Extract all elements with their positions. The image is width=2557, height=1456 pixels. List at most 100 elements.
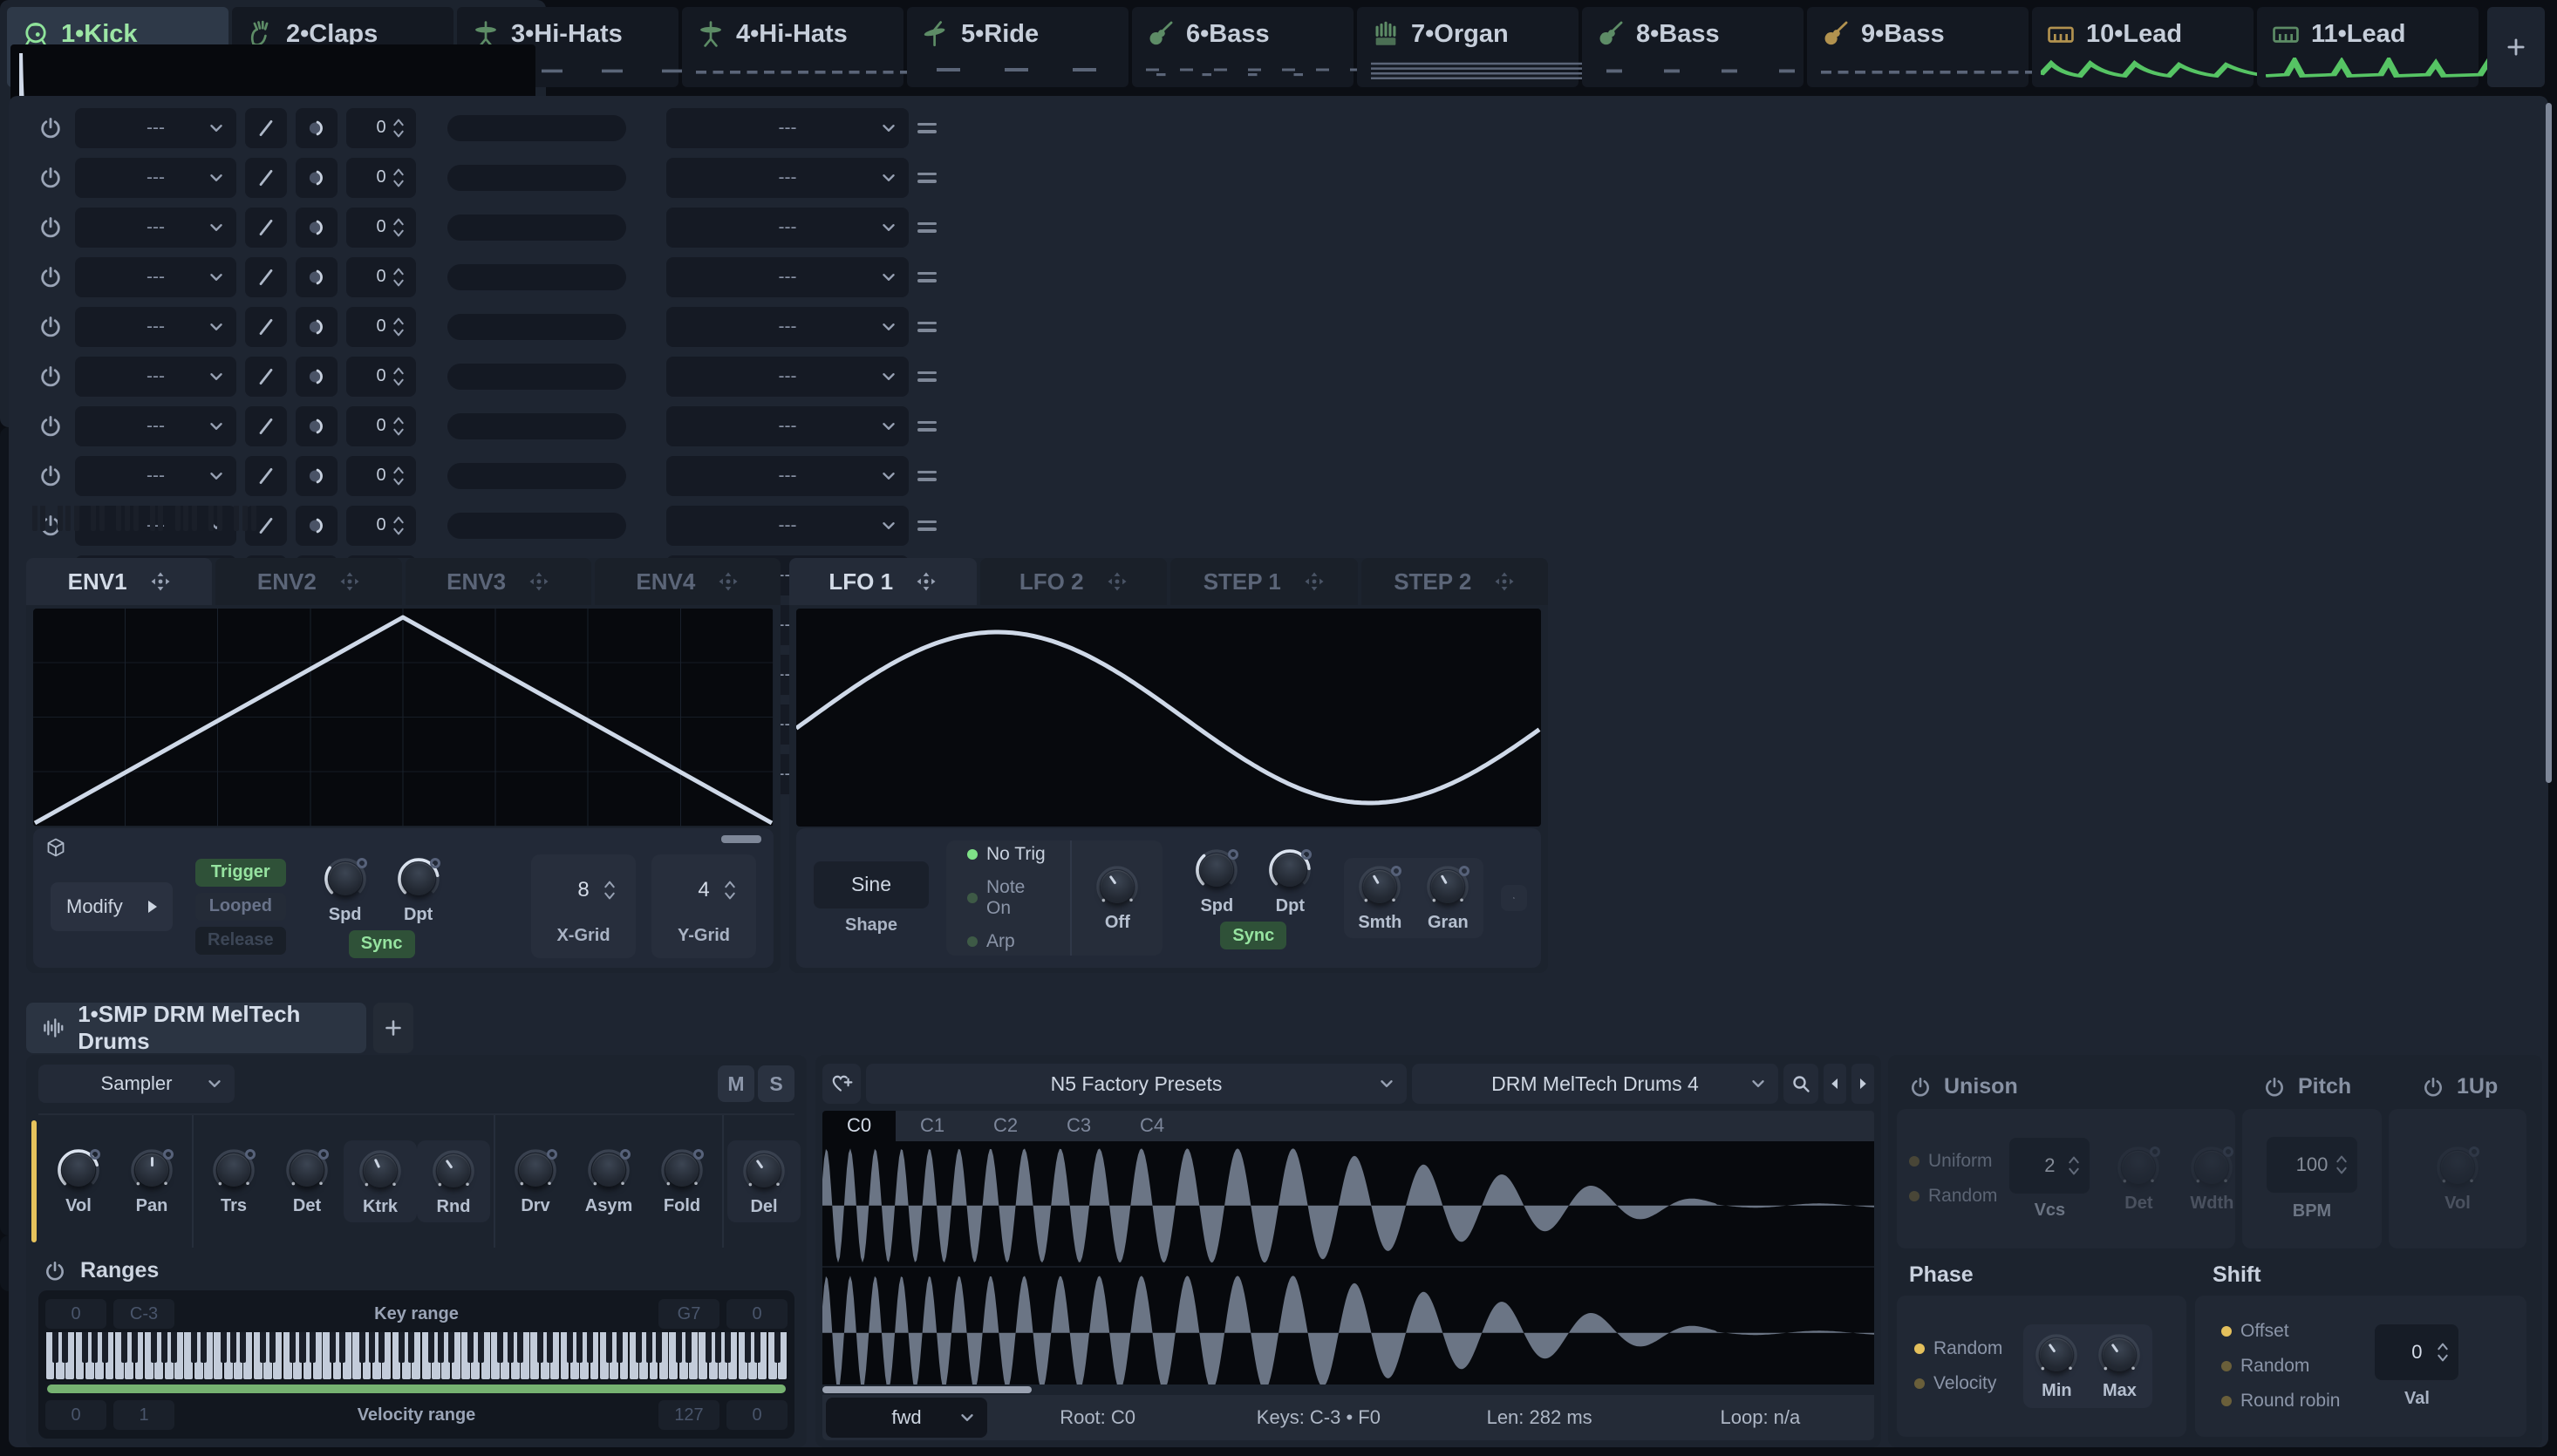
matrix-scrollbar[interactable] xyxy=(2546,103,2552,783)
mod-amount-slider[interactable] xyxy=(447,165,626,191)
track-tab[interactable]: 6•Bass xyxy=(1132,7,1354,87)
bpm-stepper[interactable]: 100 xyxy=(2267,1137,2357,1193)
track-tab[interactable]: 5•Ride xyxy=(907,7,1128,87)
mod-curve-button[interactable] xyxy=(296,108,338,148)
vel-high-fade[interactable]: 0 xyxy=(726,1400,788,1430)
knob[interactable]: Drv xyxy=(499,1146,572,1216)
row-drag-handle[interactable] xyxy=(917,421,937,432)
move-icon[interactable] xyxy=(718,571,739,592)
mod-amount-slider[interactable] xyxy=(447,115,626,141)
mod-source-select[interactable]: --- xyxy=(75,257,236,297)
mod-source-select[interactable]: --- xyxy=(75,158,236,198)
knob[interactable]: Trs xyxy=(197,1146,270,1216)
mod-amount-stepper[interactable]: 0 xyxy=(346,357,416,397)
engine-select[interactable]: Sampler xyxy=(38,1065,235,1103)
lfo-display[interactable] xyxy=(796,609,1541,827)
mod-source-select[interactable]: --- xyxy=(75,406,236,446)
env-tab[interactable]: ENV2 xyxy=(215,558,401,605)
lfo-tab[interactable]: STEP 1 xyxy=(1170,558,1358,605)
env-tab[interactable]: ENV3 xyxy=(406,558,591,605)
knob[interactable]: Det xyxy=(2102,1144,2175,1214)
faders-icon[interactable] xyxy=(1501,885,1527,911)
mod-slope-button[interactable] xyxy=(245,208,287,248)
sample-zone-tab[interactable]: C3 xyxy=(1042,1111,1115,1141)
knob[interactable]: Fold xyxy=(645,1146,719,1216)
shift-val-stepper[interactable]: 0 xyxy=(2375,1324,2458,1380)
knob[interactable]: Pan xyxy=(115,1146,188,1216)
favorite-button[interactable] xyxy=(822,1064,861,1104)
move-icon[interactable] xyxy=(339,571,360,592)
vel-low[interactable]: 1 xyxy=(113,1400,174,1430)
oneup-power-icon[interactable] xyxy=(2422,1076,2444,1099)
row-drag-handle[interactable] xyxy=(917,123,937,133)
row-power-icon[interactable] xyxy=(35,166,66,190)
vel-high[interactable]: 127 xyxy=(658,1400,719,1430)
mod-target-select[interactable]: --- xyxy=(666,307,909,347)
lfo-sync-toggle[interactable]: Sync xyxy=(1220,922,1286,949)
mod-slope-button[interactable] xyxy=(245,158,287,198)
lfo-shape-select[interactable]: Sine xyxy=(814,861,929,908)
unison-power-icon[interactable] xyxy=(1909,1076,1932,1099)
mod-amount-stepper[interactable]: 0 xyxy=(346,506,416,546)
row-drag-handle[interactable] xyxy=(917,272,937,282)
move-icon[interactable] xyxy=(1304,571,1325,592)
mod-amount-stepper[interactable]: 0 xyxy=(346,456,416,496)
knob[interactable]: Det xyxy=(270,1146,344,1216)
trig-option[interactable]: No Trig xyxy=(967,844,1049,865)
mod-curve-button[interactable] xyxy=(296,357,338,397)
vel-low-fade[interactable]: 0 xyxy=(45,1400,106,1430)
knob[interactable]: Wdth xyxy=(2175,1144,2248,1214)
play-mode-select[interactable]: fwd xyxy=(826,1398,987,1438)
phase-option[interactable]: Velocity xyxy=(1914,1373,2002,1394)
move-icon[interactable] xyxy=(1107,571,1128,592)
phase-option[interactable]: Random xyxy=(1914,1338,2002,1359)
mod-curve-button[interactable] xyxy=(296,506,338,546)
knob[interactable]: Asym xyxy=(572,1146,645,1216)
track-tab[interactable]: 8•Bass xyxy=(1582,7,1804,87)
mod-amount-stepper[interactable]: 0 xyxy=(346,158,416,198)
move-icon[interactable] xyxy=(1494,571,1515,592)
row-drag-handle[interactable] xyxy=(917,371,937,382)
knob[interactable]: Vol xyxy=(2421,1144,2494,1214)
row-power-icon[interactable] xyxy=(35,414,66,439)
knob[interactable]: Dpt xyxy=(382,855,455,925)
mod-target-select[interactable]: --- xyxy=(666,208,909,248)
mod-curve-button[interactable] xyxy=(296,257,338,297)
mod-curve-button[interactable] xyxy=(296,406,338,446)
sample-waveform-display[interactable] xyxy=(822,1141,1874,1385)
mod-target-select[interactable]: --- xyxy=(666,406,909,446)
key-high[interactable]: G7 xyxy=(658,1299,719,1329)
env-mini-scrollbar[interactable] xyxy=(721,835,761,843)
row-power-icon[interactable] xyxy=(35,464,66,488)
next-preset-button[interactable] xyxy=(1851,1064,1874,1104)
knob[interactable]: Spd xyxy=(309,855,382,925)
lfo-tab[interactable]: LFO 1 xyxy=(789,558,977,605)
mod-curve-button[interactable] xyxy=(296,208,338,248)
row-drag-handle[interactable] xyxy=(917,173,937,183)
mod-target-select[interactable]: --- xyxy=(666,257,909,297)
mod-source-select[interactable]: --- xyxy=(75,108,236,148)
knob[interactable]: Vol xyxy=(42,1146,115,1216)
mod-amount-slider[interactable] xyxy=(447,364,626,390)
mod-amount-slider[interactable] xyxy=(447,214,626,241)
ranges-power-icon[interactable] xyxy=(44,1260,66,1283)
knob[interactable]: Dpt xyxy=(1253,847,1326,916)
row-drag-handle[interactable] xyxy=(917,322,937,332)
move-icon[interactable] xyxy=(150,571,171,592)
layer-solo-button[interactable]: S xyxy=(758,1065,794,1102)
add-layer-button[interactable] xyxy=(373,1003,413,1053)
key-low[interactable]: C-3 xyxy=(113,1299,174,1329)
move-icon[interactable] xyxy=(528,571,549,592)
sample-zone-tab[interactable]: C1 xyxy=(896,1111,969,1141)
sample-zone-tab[interactable]: C2 xyxy=(969,1111,1042,1141)
trig-option[interactable]: Note On xyxy=(967,877,1049,919)
pitch-power-icon[interactable] xyxy=(2263,1076,2286,1099)
add-track-button[interactable] xyxy=(2487,7,2545,87)
trig-option[interactable]: Arp xyxy=(967,931,1049,952)
knob[interactable]: Rnd xyxy=(417,1140,490,1222)
env-tab[interactable]: ENV1 xyxy=(26,558,212,605)
layer-tab-smp[interactable]: 1•SMP DRM MelTech Drums xyxy=(26,1003,366,1053)
row-power-icon[interactable] xyxy=(35,116,66,140)
search-button[interactable] xyxy=(1783,1064,1818,1104)
env-toggle[interactable]: Looped xyxy=(195,893,286,921)
